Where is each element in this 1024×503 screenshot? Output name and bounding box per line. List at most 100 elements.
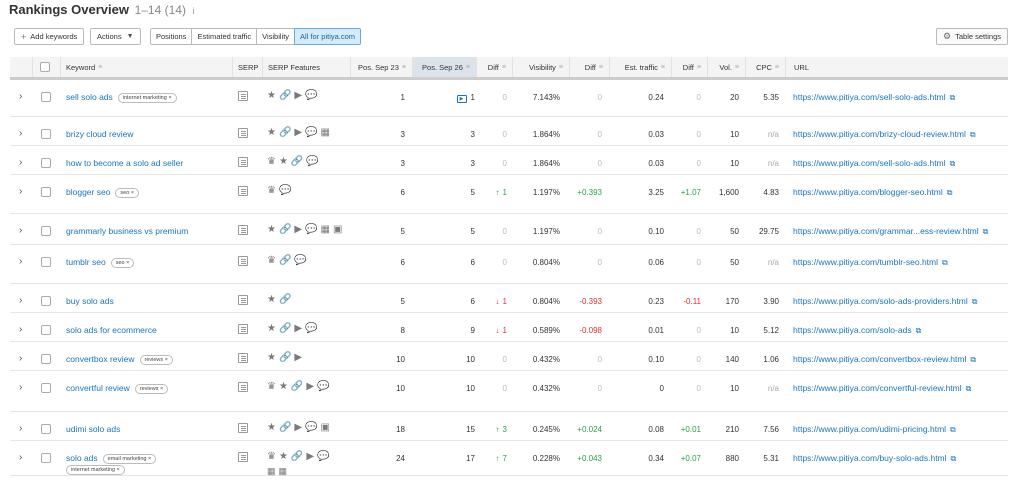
select-all-checkbox[interactable] [39,62,50,72]
pos-sep23-cell: 24 [396,454,405,463]
keyword-link[interactable]: convertbox review [66,354,135,364]
url-link[interactable]: https://www.pitiya.com/solo-ads-provider… [793,296,968,306]
serp-snapshot-icon[interactable] [238,423,248,433]
col-visibility[interactable]: Visibility ≡ [512,57,569,77]
url-link[interactable]: https://www.pitiya.com/solo-ads [793,325,912,335]
row-checkbox[interactable] [41,424,51,434]
expand-row-chevron-icon[interactable]: › [19,157,22,168]
external-link-icon[interactable]: ⧉ [970,130,976,139]
external-link-icon[interactable]: ⧉ [951,454,957,463]
row-checkbox[interactable] [41,129,51,139]
col-est-traffic[interactable]: Est. traffic ≡ [609,57,671,77]
col-diff-traffic[interactable]: Diff ≡ [671,57,707,77]
url-link[interactable]: https://www.pitiya.com/grammar...ess-rev… [793,226,979,236]
info-icon[interactable]: i [193,6,195,16]
external-link-icon[interactable]: ⧉ [950,425,956,434]
col-pos-sep23[interactable]: Pos. Sep 23 ≡ [350,57,412,77]
expand-row-chevron-icon[interactable]: › [19,353,22,364]
external-link-icon[interactable]: ⧉ [972,297,978,306]
row-checkbox[interactable] [41,354,51,364]
url-link[interactable]: https://www.pitiya.com/convertbox-review… [793,354,966,364]
col-cpc[interactable]: CPC ≡ [745,57,785,77]
row-checkbox[interactable] [41,453,51,463]
expand-row-chevron-icon[interactable]: › [19,295,22,306]
expand-row-chevron-icon[interactable]: › [19,91,22,102]
external-link-icon[interactable]: ⧉ [966,384,972,393]
keyword-link[interactable]: grammarly business vs premium [66,226,188,236]
expand-row-chevron-icon[interactable]: › [19,324,22,335]
external-link-icon[interactable]: ⧉ [947,188,953,197]
serp-snapshot-icon[interactable] [238,157,248,167]
serp-snapshot-icon[interactable] [238,353,248,363]
expand-row-chevron-icon[interactable]: › [19,452,22,463]
col-vol[interactable]: Vol. ≡ [707,57,745,77]
url-link[interactable]: https://www.pitiya.com/tumblr-seo.html [793,257,938,267]
actions-dropdown[interactable]: Actions ▼ [90,28,141,45]
tab-all-for-domain[interactable]: All for pitiya.com [294,28,362,45]
col-pos-sep26[interactable]: Pos. Sep 26 ≡ [412,57,476,77]
row-checkbox[interactable] [41,325,51,335]
keyword-tag[interactable]: email marketing × [102,454,157,464]
tab-estimated-traffic[interactable]: Estimated traffic [191,28,258,45]
serp-snapshot-icon[interactable] [238,324,248,334]
expand-row-chevron-icon[interactable]: › [19,225,22,236]
row-checkbox[interactable] [41,226,51,236]
table-settings-button[interactable]: ⚙ Table settings [936,28,1008,45]
external-link-icon[interactable]: ⧉ [942,258,948,267]
row-checkbox[interactable] [41,92,51,102]
external-link-icon[interactable]: ⧉ [970,355,976,364]
col-keyword[interactable]: Keyword ≡ [60,57,232,77]
external-link-icon[interactable]: ⧉ [983,227,989,236]
url-link[interactable]: https://www.pitiya.com/convertful-review… [793,383,962,393]
external-link-icon[interactable]: ⧉ [950,159,956,168]
url-link[interactable]: https://www.pitiya.com/buy-solo-ads.html [793,453,947,463]
row-checkbox[interactable] [41,187,51,197]
keyword-link[interactable]: buy solo ads [66,296,114,306]
url-link[interactable]: https://www.pitiya.com/blogger-seo.html [793,187,943,197]
keyword-link[interactable]: convertful review [66,383,130,393]
keyword-link[interactable]: sell solo ads [66,92,113,102]
keyword-cell: brizy cloud review [66,129,134,139]
expand-row-chevron-icon[interactable]: › [19,382,22,393]
tab-visibility[interactable]: Visibility [256,28,296,45]
keyword-tag[interactable]: seo × [115,188,140,198]
col-diff-pos[interactable]: Diff ≡ [476,57,512,77]
url-link[interactable]: https://www.pitiya.com/udimi-pricing.htm… [793,424,946,434]
keyword-tag[interactable]: seo × [110,258,135,268]
expand-row-chevron-icon[interactable]: › [19,423,22,434]
external-link-icon[interactable]: ⧉ [916,326,922,335]
keyword-tag[interactable]: internet marketing × [117,93,177,103]
url-link[interactable]: https://www.pitiya.com/sell-solo-ads.htm… [793,158,946,168]
keyword-tag[interactable]: reviews × [139,355,173,365]
serp-snapshot-icon[interactable] [238,91,248,101]
keyword-link[interactable]: solo ads for ecommerce [66,325,157,335]
keyword-tag[interactable]: internet marketing × [66,465,125,475]
row-checkbox[interactable] [41,296,51,306]
row-checkbox[interactable] [41,257,51,267]
serp-snapshot-icon[interactable] [238,225,248,235]
keyword-tag[interactable]: reviews × [134,384,169,394]
tab-positions[interactable]: Positions [150,28,193,45]
expand-row-chevron-icon[interactable]: › [19,256,22,267]
keyword-link[interactable]: solo ads [66,453,98,463]
row-checkbox[interactable] [41,158,51,168]
serp-snapshot-icon[interactable] [238,382,248,392]
serp-snapshot-icon[interactable] [238,256,248,266]
row-checkbox[interactable] [41,383,51,393]
expand-row-chevron-icon[interactable]: › [19,186,22,197]
url-link[interactable]: https://www.pitiya.com/brizy-cloud-revie… [793,129,966,139]
keyword-link[interactable]: how to become a solo ad seller [66,158,183,168]
serp-snapshot-icon[interactable] [238,186,248,196]
expand-row-chevron-icon[interactable]: › [19,128,22,139]
keyword-link[interactable]: udimi solo ads [66,424,120,434]
add-keywords-button[interactable]: + Add keywords [14,28,84,45]
col-diff-vis[interactable]: Diff ≡ [569,57,609,77]
keyword-link[interactable]: brizy cloud review [66,129,134,139]
external-link-icon[interactable]: ⧉ [950,93,956,102]
serp-snapshot-icon[interactable] [238,452,248,462]
serp-snapshot-icon[interactable] [238,295,248,305]
keyword-link[interactable]: tumblr seo [66,257,106,267]
keyword-link[interactable]: blogger seo [66,187,110,197]
url-link[interactable]: https://www.pitiya.com/sell-solo-ads.htm… [793,92,946,102]
serp-snapshot-icon[interactable] [238,128,248,138]
